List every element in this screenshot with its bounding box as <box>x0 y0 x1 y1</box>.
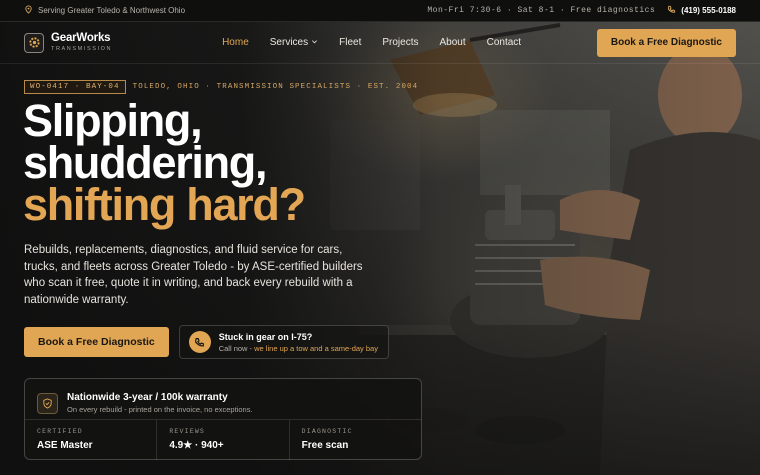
headline-line-2: shuddering, <box>23 137 268 188</box>
headline-line-3: shifting hard? <box>23 179 306 230</box>
brand-name: GearWorks <box>51 32 111 44</box>
nav-item-projects[interactable]: Projects <box>382 37 418 48</box>
callout-subtitle: Call now - we line up a tow and a same-d… <box>219 344 378 353</box>
phone-icon <box>188 331 211 353</box>
work-order-badge: WO-0417 · BAY-04 <box>24 80 126 94</box>
hero-tagline: WO-0417 · BAY-04 TOLEDO, OHIO · TRANSMIS… <box>24 80 418 94</box>
callout-subtitle-highlight: we line up a tow and a same-day bay <box>254 343 378 353</box>
service-area-text: Serving Greater Toledo & Northwest Ohio <box>38 6 186 15</box>
stat-label: REVIEWS <box>169 428 206 435</box>
hero-headline: Slipping, shuddering, shifting hard? <box>23 95 306 230</box>
brand-subtitle: TRANSMISSION <box>51 45 113 52</box>
stat-diagnostic: DIAGNOSTIC Free scan <box>288 420 421 460</box>
top-info-bar: Serving Greater Toledo & Northwest Ohio … <box>0 0 760 22</box>
nav-item-contact[interactable]: Contact <box>487 37 521 48</box>
hero-book-diagnostic-button[interactable]: Book a Free Diagnostic <box>24 327 169 357</box>
shield-icon <box>37 392 58 414</box>
trust-stats: CERTIFIED ASE Master REVIEWS 4.9★ · 940+… <box>25 419 421 460</box>
nav-item-fleet[interactable]: Fleet <box>339 37 361 48</box>
gear-logo-icon <box>24 32 44 53</box>
warranty-title: Nationwide 3-year / 100k warranty <box>67 392 228 403</box>
headline-line-1: Slipping, <box>23 95 203 146</box>
stat-label: DIAGNOSTIC <box>301 428 353 435</box>
callout-title: Stuck in gear on I-75? <box>218 331 313 342</box>
stat-label: CERTIFIED <box>37 428 83 435</box>
stat-certified: CERTIFIED ASE Master <box>25 420 156 460</box>
location-pin-icon <box>24 5 33 16</box>
brand-logo[interactable]: GearWorks TRANSMISSION <box>24 32 113 53</box>
phone-number: (419) 555-0188 <box>681 6 736 15</box>
main-nav: GearWorks TRANSMISSION Home Services Fle… <box>0 22 760 64</box>
chevron-down-icon <box>311 37 318 48</box>
service-area: Serving Greater Toledo & Northwest Ohio <box>24 5 185 16</box>
tagline-text: TOLEDO, OHIO · TRANSMISSION SPECIALISTS … <box>132 83 419 91</box>
stat-value: ASE Master <box>37 440 93 451</box>
callout-subtitle-lead: Call now - <box>218 343 255 353</box>
business-hours: Mon-Fri 7:30-6 · Sat 8-1 · Free diagnost… <box>427 6 656 15</box>
hero-description: Rebuilds, replacements, diagnostics, and… <box>24 244 363 306</box>
nav-item-services[interactable]: Services <box>270 37 318 48</box>
book-diagnostic-button[interactable]: Book a Free Diagnostic <box>596 28 736 57</box>
nav-item-about[interactable]: About <box>439 37 465 48</box>
stat-value: Free scan <box>301 440 349 451</box>
nav-item-home[interactable]: Home <box>222 37 249 48</box>
stat-reviews: REVIEWS 4.9★ · 940+ <box>156 420 288 460</box>
stat-value: 4.9★ · 940+ <box>169 440 224 451</box>
nav-item-services-label: Services <box>269 37 309 48</box>
hero-cta-row: Book a Free Diagnostic Stuck in gear on … <box>24 325 389 359</box>
emergency-tow-callout[interactable]: Stuck in gear on I-75? Call now - we lin… <box>178 325 389 359</box>
warranty-subtitle: On every rebuild - printed on the invoic… <box>67 405 253 414</box>
phone-icon <box>667 5 676 16</box>
warranty-card: Nationwide 3-year / 100k warranty On eve… <box>24 378 422 460</box>
nav-menu: Home Services Fleet Projects About Conta… <box>222 37 521 48</box>
phone-link[interactable]: (419) 555-0188 <box>667 5 736 16</box>
